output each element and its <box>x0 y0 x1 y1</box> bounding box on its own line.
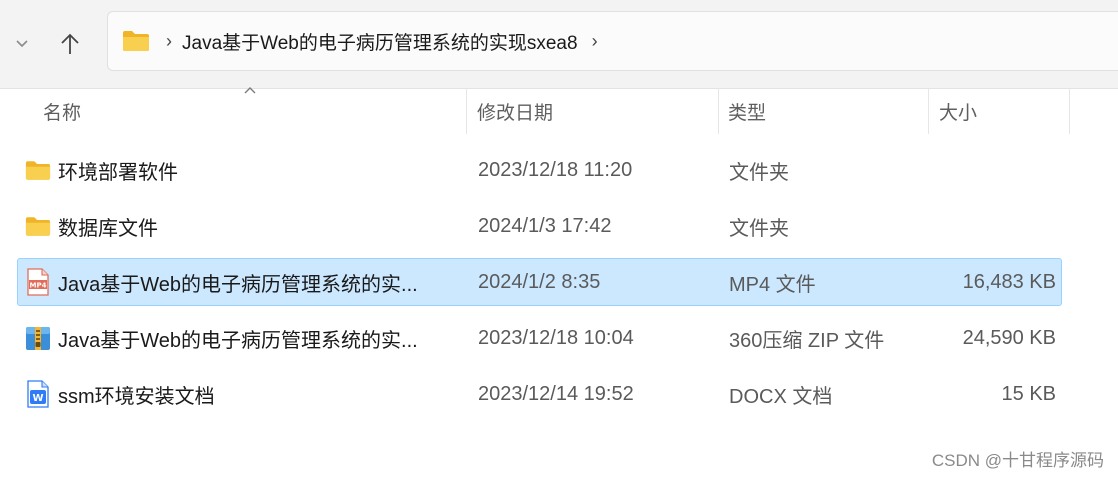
file-size: 24,590 KB <box>962 326 1056 349</box>
file-type: DOCX 文档 <box>729 385 833 408</box>
navigation-bar: › Java基于Web的电子病历管理系统的实现sxea8 › <box>0 0 1118 89</box>
column-header-size[interactable]: 大小 <box>929 88 1069 134</box>
column-divider[interactable] <box>1069 88 1070 134</box>
file-row-docx-document[interactable]: W ssm环境安装文档 2023/12/14 19:52 DOCX 文档 15 … <box>17 370 1062 418</box>
file-name: Java基于Web的电子病历管理系统的实... <box>58 273 418 296</box>
file-name: Java基于Web的电子病历管理系统的实... <box>58 329 418 352</box>
breadcrumb-separator-icon[interactable]: › <box>166 31 172 52</box>
file-row-mp4-video[interactable]: MP4 Java基于Web的电子病历管理系统的实... 2024/1/2 8:3… <box>17 258 1062 306</box>
file-size: 15 KB <box>1001 382 1056 405</box>
file-date: 2023/12/18 10:04 <box>478 326 634 349</box>
file-name: ssm环境安装文档 <box>58 385 215 408</box>
file-type: 360压缩 ZIP 文件 <box>729 329 885 352</box>
recent-locations-button[interactable] <box>2 24 42 64</box>
breadcrumb-current-folder[interactable]: Java基于Web的电子病历管理系统的实现sxea8 <box>182 28 578 55</box>
column-header: 名称 修改日期 类型 大小 <box>0 88 1118 134</box>
file-row-zip-archive[interactable]: Java基于Web的电子病历管理系统的实... 2023/12/18 10:04… <box>17 314 1062 362</box>
folder-icon <box>25 160 51 180</box>
file-size <box>933 147 1056 193</box>
wps-doc-icon: W <box>27 380 49 408</box>
folder-icon <box>25 216 51 236</box>
chevron-down-icon <box>16 40 28 48</box>
file-size: 16,483 KB <box>962 270 1056 293</box>
column-header-date[interactable]: 修改日期 <box>467 88 717 134</box>
zip-archive-icon <box>26 327 50 350</box>
mp4-icon-label: MP4 <box>30 281 47 289</box>
up-folder-button[interactable] <box>50 24 90 64</box>
file-size <box>933 203 1056 249</box>
file-name: 数据库文件 <box>58 217 158 240</box>
arrow-up-icon <box>61 33 79 54</box>
address-bar[interactable]: › Java基于Web的电子病历管理系统的实现sxea8 › <box>107 11 1118 71</box>
column-header-type[interactable]: 类型 <box>718 88 928 134</box>
doc-icon-label: W <box>32 393 43 404</box>
breadcrumb-expand-icon[interactable]: › <box>592 31 598 52</box>
file-type: MP4 文件 <box>729 273 816 296</box>
file-date: 2024/1/3 17:42 <box>478 214 612 237</box>
mp4-file-icon: MP4 <box>27 268 49 296</box>
file-type: 文件夹 <box>729 161 789 184</box>
file-date: 2024/1/2 8:35 <box>478 270 601 293</box>
file-row-database-files[interactable]: 数据库文件 2024/1/3 17:42 文件夹 <box>17 202 1062 250</box>
file-row-env-software[interactable]: 环境部署软件 2023/12/18 11:20 文件夹 <box>17 146 1062 194</box>
file-date: 2023/12/14 19:52 <box>478 382 634 405</box>
file-type: 文件夹 <box>729 217 789 240</box>
watermark: CSDN @十甘程序源码 <box>931 451 1104 470</box>
column-header-name[interactable]: 名称 <box>33 88 466 134</box>
file-name: 环境部署软件 <box>58 161 178 184</box>
folder-icon <box>123 31 149 51</box>
file-date: 2023/12/18 11:20 <box>478 158 633 181</box>
